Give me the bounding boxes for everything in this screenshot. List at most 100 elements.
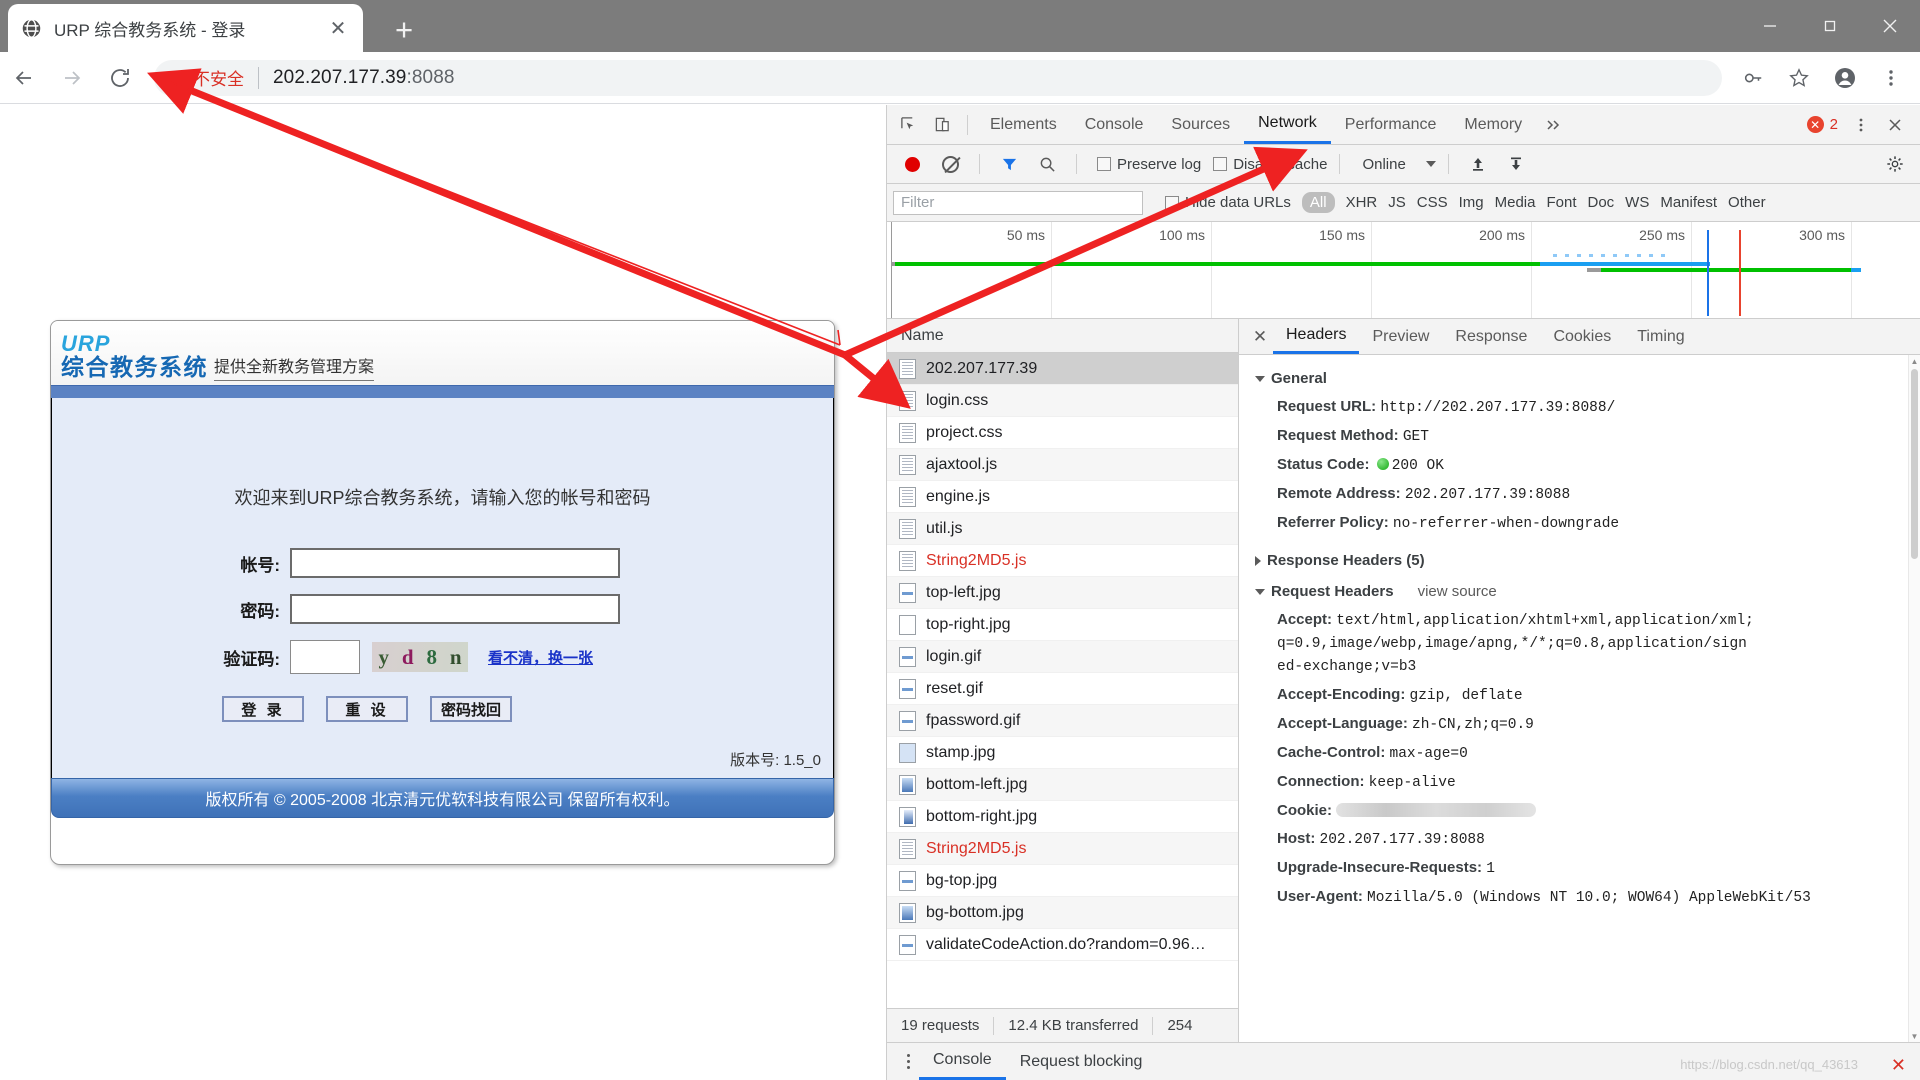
- type-filter-xhr[interactable]: XHR: [1346, 194, 1378, 211]
- record-icon[interactable]: [895, 147, 929, 181]
- request-row[interactable]: reset.gif: [887, 673, 1238, 705]
- maximize-icon[interactable]: [1800, 0, 1860, 52]
- scrollbar-thumb[interactable]: [1911, 369, 1918, 559]
- download-arrow-icon[interactable]: [1499, 147, 1533, 181]
- detail-tab-cookies[interactable]: Cookies: [1540, 319, 1624, 354]
- detail-tab-headers[interactable]: Headers: [1273, 319, 1360, 354]
- header-key: Cache-Control:: [1277, 744, 1386, 762]
- detail-scrollbar[interactable]: ▲ ▼: [1908, 355, 1920, 1042]
- scroll-down-icon[interactable]: ▼: [1909, 1030, 1920, 1042]
- more-vertical-icon[interactable]: [897, 1054, 919, 1069]
- security-warning-badge[interactable]: 不安全: [170, 65, 244, 90]
- type-filter-manifest[interactable]: Manifest: [1660, 194, 1717, 211]
- disable-cache-checkbox[interactable]: Disable cache: [1213, 156, 1327, 173]
- request-row[interactable]: fpassword.gif: [887, 705, 1238, 737]
- menu-icon[interactable]: [1868, 55, 1914, 101]
- request-row[interactable]: String2MD5.js: [887, 833, 1238, 865]
- forward-icon[interactable]: [48, 54, 96, 102]
- request-row[interactable]: bottom-left.jpg: [887, 769, 1238, 801]
- omnibox[interactable]: 不安全 202.207.177.39:8088: [154, 59, 1722, 96]
- password-recovery-button[interactable]: 密码找回: [430, 696, 512, 722]
- devtools-menu-icon[interactable]: [1844, 108, 1878, 142]
- request-row[interactable]: validateCodeAction.do?random=0.96…: [887, 929, 1238, 961]
- view-source-link[interactable]: view source: [1418, 583, 1497, 600]
- reload-icon[interactable]: [96, 54, 144, 102]
- preserve-log-checkbox[interactable]: Preserve log: [1097, 156, 1201, 173]
- request-row[interactable]: util.js: [887, 513, 1238, 545]
- close-icon[interactable]: [1878, 108, 1912, 142]
- request-row[interactable]: bg-bottom.jpg: [887, 897, 1238, 929]
- tab-memory[interactable]: Memory: [1450, 105, 1536, 144]
- login-button[interactable]: 登 录: [222, 696, 304, 722]
- filter-input[interactable]: Filter: [893, 190, 1143, 215]
- new-tab-button[interactable]: +: [385, 10, 423, 48]
- type-filter-other[interactable]: Other: [1728, 194, 1766, 211]
- gear-icon[interactable]: [1878, 147, 1912, 181]
- star-icon[interactable]: [1776, 55, 1822, 101]
- type-filter-css[interactable]: CSS: [1417, 194, 1448, 211]
- request-row[interactable]: engine.js: [887, 481, 1238, 513]
- request-headers-section-header[interactable]: Request Headers view source: [1255, 583, 1920, 600]
- request-row[interactable]: login.css: [887, 385, 1238, 417]
- tab-performance[interactable]: Performance: [1331, 105, 1451, 144]
- detail-tab-preview[interactable]: Preview: [1359, 319, 1442, 354]
- type-filter-img[interactable]: Img: [1459, 194, 1484, 211]
- devtools-tabbar-actions: ✕ 2: [1806, 108, 1916, 142]
- request-row[interactable]: String2MD5.js: [887, 545, 1238, 577]
- search-icon[interactable]: [1030, 147, 1064, 181]
- throttle-select-value[interactable]: Online: [1362, 156, 1405, 173]
- account-input[interactable]: [290, 548, 620, 578]
- minimize-icon[interactable]: [1740, 0, 1800, 52]
- scroll-up-icon[interactable]: ▲: [1909, 355, 1920, 367]
- drawer-tab-request-blocking[interactable]: Request blocking: [1006, 1043, 1157, 1080]
- request-row[interactable]: 202.207.177.39: [887, 353, 1238, 385]
- close-icon[interactable]: ✕: [1247, 324, 1273, 350]
- request-row[interactable]: top-right.jpg: [887, 609, 1238, 641]
- tab-network[interactable]: Network: [1244, 105, 1331, 144]
- inspect-icon[interactable]: [891, 108, 925, 142]
- captcha-input[interactable]: [290, 640, 360, 674]
- key-icon[interactable]: [1730, 55, 1776, 101]
- request-row[interactable]: project.css: [887, 417, 1238, 449]
- request-row[interactable]: stamp.jpg: [887, 737, 1238, 769]
- response-headers-section-header[interactable]: Response Headers (5): [1255, 552, 1920, 569]
- type-filter-doc[interactable]: Doc: [1587, 194, 1614, 211]
- detail-tab-response[interactable]: Response: [1442, 319, 1540, 354]
- browser-tab[interactable]: URP 综合教务系统 - 登录 ✕: [8, 4, 363, 52]
- close-icon[interactable]: [1860, 0, 1920, 52]
- close-icon[interactable]: ✕: [325, 15, 351, 41]
- captcha-refresh-link[interactable]: 看不清，换一张: [488, 647, 593, 668]
- type-filter-js[interactable]: JS: [1388, 194, 1406, 211]
- watermark-close-icon[interactable]: ✕: [1891, 1055, 1906, 1076]
- drawer-tab-console[interactable]: Console: [919, 1043, 1006, 1080]
- reset-button[interactable]: 重 设: [326, 696, 408, 722]
- type-filter-ws[interactable]: WS: [1625, 194, 1649, 211]
- request-row[interactable]: bottom-right.jpg: [887, 801, 1238, 833]
- request-row[interactable]: ajaxtool.js: [887, 449, 1238, 481]
- request-row[interactable]: bg-top.jpg: [887, 865, 1238, 897]
- funnel-icon[interactable]: [992, 147, 1026, 181]
- type-filter-media[interactable]: Media: [1495, 194, 1536, 211]
- profile-icon[interactable]: [1822, 55, 1868, 101]
- type-filter-all[interactable]: All: [1301, 192, 1335, 213]
- request-list-header[interactable]: Name: [887, 319, 1238, 353]
- clear-icon[interactable]: [933, 147, 967, 181]
- request-row[interactable]: login.gif: [887, 641, 1238, 673]
- tab-console[interactable]: Console: [1071, 105, 1158, 144]
- request-row[interactable]: top-left.jpg: [887, 577, 1238, 609]
- chevron-double-right-icon[interactable]: [1536, 108, 1570, 142]
- type-filter-font[interactable]: Font: [1546, 194, 1576, 211]
- general-section-header[interactable]: General: [1255, 370, 1920, 387]
- detail-tab-timing[interactable]: Timing: [1624, 319, 1697, 354]
- error-count-badge[interactable]: ✕ 2: [1806, 116, 1838, 133]
- device-toolbar-icon[interactable]: [925, 108, 959, 142]
- header-key: Remote Address:: [1277, 485, 1401, 503]
- password-input[interactable]: [290, 594, 620, 624]
- tab-sources[interactable]: Sources: [1157, 105, 1244, 144]
- back-icon[interactable]: [0, 54, 48, 102]
- hide-data-urls-checkbox[interactable]: Hide data URLs: [1165, 194, 1291, 211]
- upload-arrow-icon[interactable]: [1461, 147, 1495, 181]
- chevron-down-icon[interactable]: [1425, 161, 1436, 167]
- tab-elements[interactable]: Elements: [976, 105, 1071, 144]
- network-overview-timeline[interactable]: 50 ms 100 ms 150 ms 200 ms 250 ms 300 ms: [887, 222, 1920, 319]
